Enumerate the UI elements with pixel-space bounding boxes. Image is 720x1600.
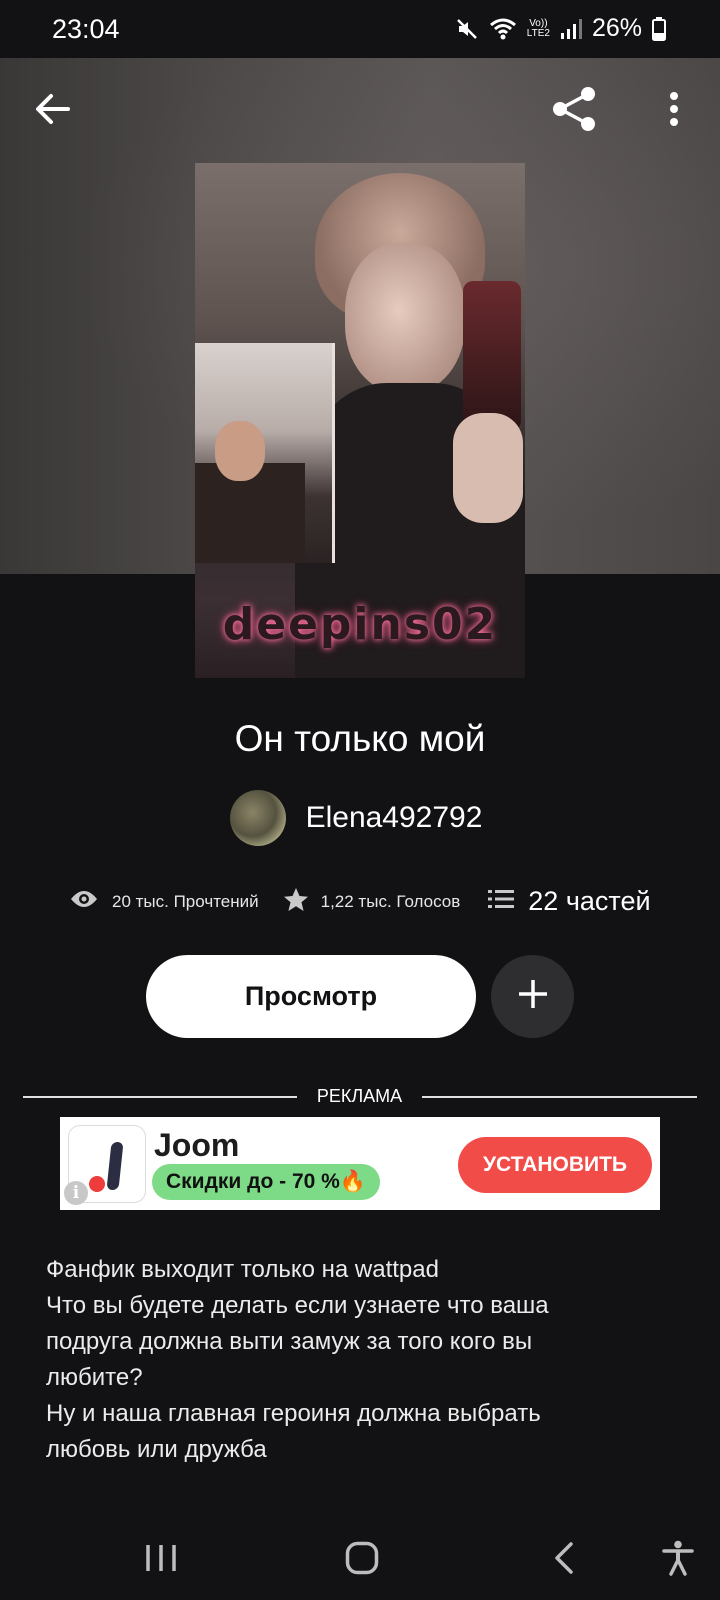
story-stats: 20 тыс. Прочтений 1,22 тыс. Голосов 22 ч… xyxy=(70,886,660,917)
avatar[interactable] xyxy=(229,790,286,846)
more-vert-icon xyxy=(669,91,679,131)
votes-count: 1,22 тыс. Голосов xyxy=(320,891,461,911)
accessibility-button[interactable] xyxy=(648,1534,708,1586)
votes-stat: 1,22 тыс. Голосов xyxy=(283,887,461,917)
description-line: Фанфик выходит только на wattpad xyxy=(46,1256,439,1283)
view-button[interactable]: Просмотр xyxy=(146,955,476,1038)
install-button[interactable]: УСТАНОВИТЬ xyxy=(458,1137,652,1193)
description-line: Ну и наша главная героиня должна выбрать xyxy=(46,1400,541,1427)
back-chevron-icon xyxy=(553,1541,575,1580)
story-title: Он только мой xyxy=(234,718,486,759)
battery-percent: 26% xyxy=(591,14,642,42)
cover-art-hand xyxy=(453,413,523,523)
wifi-icon xyxy=(489,17,517,41)
eye-icon xyxy=(70,889,98,914)
ad-banner[interactable]: Joom Скидки до - 70 %🔥 УСТАНОВИТЬ i xyxy=(60,1117,660,1210)
share-icon xyxy=(551,85,599,138)
arrow-left-icon xyxy=(35,93,71,130)
status-icons: Vo)) LTE2 26% xyxy=(455,14,666,43)
parts-stat[interactable]: 22 частей xyxy=(488,886,651,917)
ad-divider xyxy=(23,1096,297,1098)
home-icon xyxy=(345,1541,379,1580)
ad-title[interactable]: Joom xyxy=(154,1127,239,1164)
cover-art-phone xyxy=(463,281,521,431)
star-icon xyxy=(283,887,309,917)
back-button[interactable] xyxy=(28,86,78,136)
cover-art-inset-face xyxy=(215,421,265,481)
ad-divider xyxy=(422,1096,697,1098)
more-options-button[interactable] xyxy=(656,86,692,136)
author-row[interactable]: Elena492792 xyxy=(0,790,720,846)
mute-icon xyxy=(455,17,479,41)
story-cover[interactable]: deepins02 xyxy=(195,163,525,678)
info-icon[interactable]: i xyxy=(64,1181,88,1205)
status-bar: 23:04 Vo)) LTE2 26% xyxy=(0,0,720,58)
parts-count[interactable]: 22 частей xyxy=(528,886,650,917)
back-nav-button[interactable] xyxy=(534,1534,594,1586)
description-line: любовь или дружба xyxy=(46,1436,267,1463)
author-name[interactable]: Elena492792 xyxy=(306,801,483,835)
signal-icon xyxy=(560,18,582,40)
story-description: Фанфик выходит только на wattpad Что вы … xyxy=(46,1252,686,1468)
ad-label: РЕКЛАМА xyxy=(316,1086,403,1106)
accessibility-icon xyxy=(662,1540,694,1581)
cover-watermark: deepins02 xyxy=(222,599,498,650)
reads-count: 20 тыс. Прочтений xyxy=(112,891,259,911)
ad-promo[interactable]: Скидки до - 70 %🔥 xyxy=(152,1164,381,1200)
description-line: подруга должна выти замуж за того кого в… xyxy=(46,1328,533,1355)
add-to-library-button[interactable] xyxy=(491,955,574,1038)
reads-stat: 20 тыс. Прочтений xyxy=(70,889,259,914)
list-icon xyxy=(488,889,515,914)
recents-icon xyxy=(145,1543,177,1578)
home-button[interactable] xyxy=(332,1534,392,1586)
cover-art-face xyxy=(345,243,465,393)
battery-icon xyxy=(652,16,666,41)
plus-icon xyxy=(517,978,549,1015)
recents-button[interactable] xyxy=(131,1534,191,1586)
lte-icon: Vo)) LTE2 xyxy=(526,17,550,39)
system-nav-bar xyxy=(0,1520,720,1600)
share-button[interactable] xyxy=(548,84,602,138)
description-line: Что вы будете делать если узнаете что ва… xyxy=(46,1292,549,1319)
status-time: 23:04 xyxy=(52,14,120,44)
description-line: любите? xyxy=(46,1364,143,1391)
